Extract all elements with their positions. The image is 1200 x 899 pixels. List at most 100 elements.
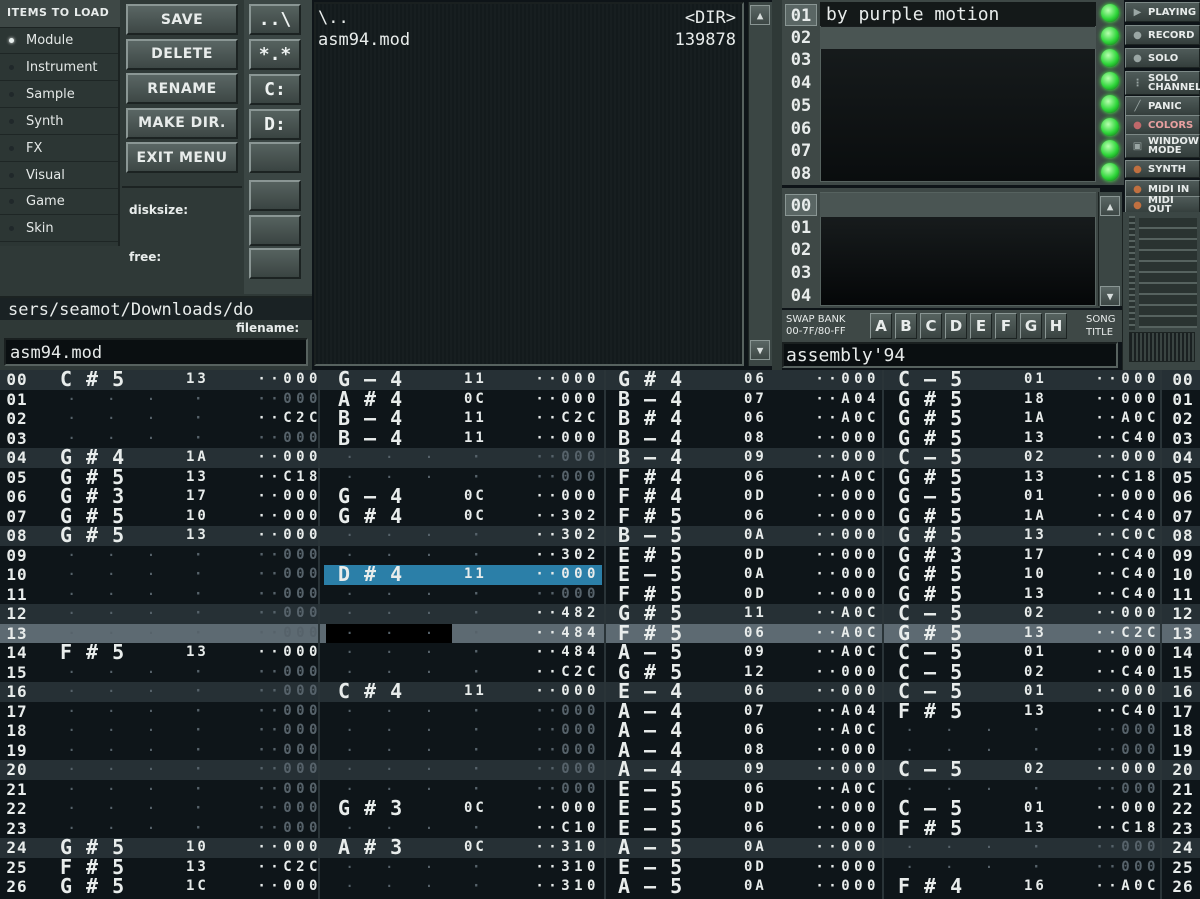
effect-cell[interactable]: ··A0C <box>1072 409 1160 429</box>
pattern-editor[interactable]: 00 00 C#5 13 ··000 G–4 11 ··000 G#4 06 ··000 C–5 01 ·… <box>0 369 1200 899</box>
effect-cell[interactable]: ··C40 <box>1072 663 1160 683</box>
instrument-number-07[interactable]: 07 <box>785 140 817 162</box>
instrument-cell[interactable]: 13 <box>1024 819 1062 839</box>
note-cell[interactable]: G#5 <box>60 876 126 897</box>
effect-cell[interactable]: ··484 <box>512 643 600 663</box>
instrument-cell[interactable]: 0D <box>744 487 782 507</box>
bank-f-button[interactable]: F <box>995 313 1017 339</box>
effect-cell[interactable]: ··302 <box>512 546 600 566</box>
effect-cell[interactable]: ··C10 <box>512 819 600 839</box>
instrument-cell[interactable]: 13 <box>1024 429 1062 449</box>
note-cell[interactable]: · · · <box>68 409 155 429</box>
effect-cell[interactable]: ··000 <box>1072 838 1160 858</box>
effect-cell[interactable]: ··C2C <box>234 409 322 429</box>
instrument-cell[interactable]: 11 <box>464 682 502 702</box>
note-cell[interactable]: · · · <box>346 877 433 897</box>
note-cell[interactable]: · · · <box>346 448 433 468</box>
instrument-cell[interactable]: 06 <box>744 819 782 839</box>
instrument-cell[interactable]: · <box>194 604 232 624</box>
instrument-number-01[interactable]: 01 <box>785 4 817 26</box>
effect-cell[interactable]: ··000 <box>1072 760 1160 780</box>
save-button[interactable]: SAVE <box>126 4 238 35</box>
note-cell[interactable]: · · · <box>906 721 993 741</box>
note-cell[interactable]: F#5 <box>898 818 964 839</box>
instrument-cell[interactable]: 08 <box>744 429 782 449</box>
instrument-number-04[interactable]: 04 <box>785 72 817 94</box>
note-cell[interactable]: · · · <box>346 760 433 780</box>
effect-cell[interactable]: ··C2C <box>512 663 600 683</box>
instrument-cell[interactable]: 0D <box>744 858 782 878</box>
instrument-cell[interactable]: · <box>472 877 510 897</box>
instrument-cell[interactable]: 06 <box>744 624 782 644</box>
instrument-cell[interactable]: 0C <box>464 390 502 410</box>
pattern-row[interactable]: 02 02 · · · · ··C2C B–4 11 ··C2C B#4 06 ··A0C G#5 1A… <box>0 408 1200 429</box>
effect-cell[interactable]: ··000 <box>792 585 880 605</box>
instrument-cell[interactable]: · <box>472 585 510 605</box>
instrument-cell[interactable]: 11 <box>464 565 502 585</box>
instrument-cell[interactable]: · <box>1032 741 1070 761</box>
effect-cell[interactable]: ··C40 <box>1072 702 1160 722</box>
instrument-cell[interactable]: 01 <box>1024 487 1062 507</box>
instrument-cell[interactable]: 16 <box>1024 877 1062 897</box>
effect-cell[interactable]: ··000 <box>792 799 880 819</box>
note-cell[interactable]: · · · <box>68 702 155 722</box>
quick-all-files-button[interactable]: *.* <box>249 39 301 70</box>
file-list[interactable]: \.. <DIR> asm94.mod 139878 <box>314 2 744 366</box>
effect-cell[interactable]: ··000 <box>234 390 322 410</box>
panic-button[interactable]: ╱ PANIC <box>1125 96 1200 116</box>
pattern-row[interactable]: 04 04 G#4 1A ··000 · · · · ··000 B–4 09 ··000 C–5 02… <box>0 447 1200 468</box>
note-cell[interactable]: · · · <box>346 585 433 605</box>
effect-cell[interactable]: ··000 <box>792 370 880 390</box>
instrument-cell[interactable]: · <box>472 819 510 839</box>
effect-cell[interactable]: ··000 <box>1072 858 1160 878</box>
effect-cell[interactable]: ··C40 <box>1072 585 1160 605</box>
note-cell[interactable]: F#5 <box>898 701 964 722</box>
instrument-cell[interactable]: · <box>194 663 232 683</box>
instrument-cell[interactable]: · <box>472 604 510 624</box>
effect-cell[interactable]: ··000 <box>1072 799 1160 819</box>
note-cell[interactable]: A–5 <box>618 876 684 897</box>
effect-cell[interactable]: ··000 <box>512 702 600 722</box>
effect-cell[interactable]: ··000 <box>792 819 880 839</box>
sample-scroll-down-icon[interactable]: ▼ <box>1100 286 1120 306</box>
pattern-row[interactable]: 07 07 G#5 10 ··000 G#4 0C ··302 F#5 06 ··000 G#5 1A ·… <box>0 506 1200 527</box>
synth-button[interactable]: ● SYNTH <box>1125 160 1200 178</box>
pattern-row[interactable]: 20 20 · · · · ··000 · · · · ··000 A–4 09 ··000 C–5 0… <box>0 759 1200 780</box>
effect-cell[interactable]: ··000 <box>234 663 322 683</box>
instrument-cell[interactable]: · <box>472 448 510 468</box>
instrument-cell[interactable]: 13 <box>1024 526 1062 546</box>
instrument-cell[interactable]: 01 <box>1024 682 1062 702</box>
instrument-cell[interactable]: 1A <box>1024 507 1062 527</box>
instrument-cell[interactable]: 11 <box>464 409 502 429</box>
instrument-cell[interactable]: · <box>1032 838 1070 858</box>
note-cell[interactable]: · · · <box>68 663 155 683</box>
instrument-cell[interactable]: · <box>472 721 510 741</box>
channel-led-icon[interactable] <box>1101 72 1119 91</box>
pattern-row[interactable]: 15 15 · · · · ··000 · · · · ··C2C G#5 12 ··000 C–5 0… <box>0 662 1200 683</box>
effect-cell[interactable]: ··000 <box>1072 643 1160 663</box>
pattern-row[interactable]: 19 19 · · · · ··000 · · · · ··000 A–4 08 ··000 · · … <box>0 740 1200 761</box>
effect-cell[interactable]: ··000 <box>234 546 322 566</box>
effect-cell[interactable]: ··000 <box>792 877 880 897</box>
effect-cell[interactable]: ··000 <box>234 526 322 546</box>
instrument-cell[interactable]: 02 <box>1024 760 1062 780</box>
instrument-cell[interactable]: 09 <box>744 643 782 663</box>
effect-cell[interactable]: ··302 <box>512 526 600 546</box>
effect-cell[interactable]: ··000 <box>234 682 322 702</box>
instrument-cell[interactable]: 13 <box>186 643 224 663</box>
solo-channel-button[interactable]: ⋮ SOLO CHANNEL <box>1125 71 1200 95</box>
effect-cell[interactable]: ··000 <box>512 682 600 702</box>
item-visual[interactable]: Visual <box>0 163 118 189</box>
scroll-up-icon[interactable]: ▲ <box>750 5 770 25</box>
effect-cell[interactable]: ··000 <box>792 760 880 780</box>
effect-cell[interactable]: ··310 <box>512 838 600 858</box>
note-cell[interactable]: · · · <box>68 390 155 410</box>
effect-cell[interactable]: ··000 <box>234 721 322 741</box>
effect-cell[interactable]: ··000 <box>234 487 322 507</box>
item-sample[interactable]: Sample <box>0 82 118 108</box>
effect-cell[interactable]: ··000 <box>234 604 322 624</box>
instrument-cell[interactable]: 06 <box>744 780 782 800</box>
quick-drive-d-button[interactable]: D: <box>249 109 301 140</box>
instrument-cell[interactable]: · <box>194 741 232 761</box>
instrument-cell[interactable]: 0C <box>464 507 502 527</box>
